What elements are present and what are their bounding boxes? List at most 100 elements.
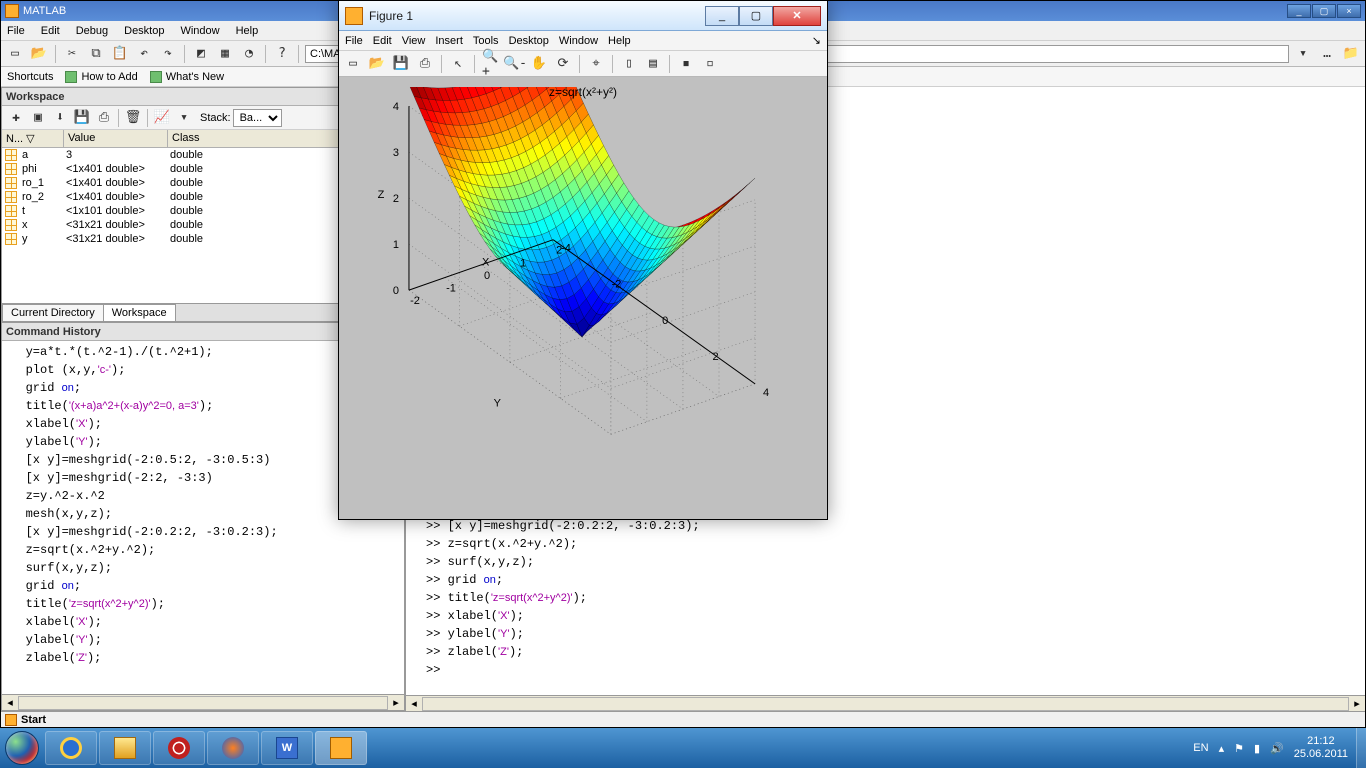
open-fig-icon[interactable]: 📂 [367, 54, 387, 74]
chevron-up-icon[interactable]: ▴ [1219, 742, 1225, 755]
surface-plot: -2-1012-4-202401234XYZ [357, 87, 797, 507]
flag-icon[interactable]: ⚑ [1234, 742, 1244, 755]
save-fig-icon[interactable]: 💾 [391, 54, 411, 74]
menu-file[interactable]: File [5, 25, 27, 37]
svg-text:1: 1 [393, 239, 399, 251]
start-orb[interactable] [0, 728, 44, 768]
maximize-button[interactable]: ▢ [1312, 4, 1336, 18]
irfan-icon [168, 737, 190, 759]
separator [265, 45, 266, 63]
task-ie[interactable] [45, 731, 97, 765]
start-button[interactable]: Start [21, 714, 46, 726]
fig-close-button[interactable]: ✕ [773, 6, 821, 26]
fig-menu-edit[interactable]: Edit [373, 35, 392, 47]
zoom-out-icon[interactable]: 🔍- [505, 54, 525, 74]
undo-icon[interactable]: ↶ [134, 44, 154, 64]
new-fig-icon[interactable]: ▭ [343, 54, 363, 74]
open-var-icon[interactable]: ▣ [28, 108, 48, 128]
menu-edit[interactable]: Edit [39, 25, 62, 37]
task-explorer[interactable] [99, 731, 151, 765]
close-button[interactable]: × [1337, 4, 1361, 18]
shortcuts-label: Shortcuts [7, 71, 53, 83]
help-icon[interactable]: ? [272, 44, 292, 64]
fig-menu-tools[interactable]: Tools [473, 35, 499, 47]
svg-text:Y: Y [494, 398, 502, 410]
pan-icon[interactable]: ✋ [529, 54, 549, 74]
print-fig-icon[interactable]: ⎙ [415, 54, 435, 74]
stack-select[interactable]: Ba... [233, 109, 282, 127]
copy-icon[interactable]: ⧉ [86, 44, 106, 64]
shortcut-whats-new[interactable]: What's New [150, 71, 224, 83]
shortcut-how-to-add[interactable]: How to Add [65, 71, 137, 83]
datacursor-icon[interactable]: ⌖ [586, 54, 606, 74]
minimize-button[interactable]: _ [1287, 4, 1311, 18]
cut-icon[interactable]: ✂ [62, 44, 82, 64]
guide-icon[interactable]: ▦ [215, 44, 235, 64]
fig-menu-view[interactable]: View [402, 35, 426, 47]
new-var-icon[interactable]: ✚ [6, 108, 26, 128]
shortcut-icon [65, 71, 77, 83]
edit-plot-icon[interactable]: ↖ [448, 54, 468, 74]
cmd-scrollbar[interactable]: ◂▸ [406, 695, 1365, 711]
menu-desktop[interactable]: Desktop [122, 25, 166, 37]
separator [612, 55, 613, 73]
fig-dock-icon[interactable]: ↘ [812, 34, 821, 47]
svg-text:Z: Z [378, 189, 385, 201]
task-word[interactable]: W [261, 731, 313, 765]
addr-dropdown-icon[interactable]: ▾ [1293, 44, 1313, 64]
figure-canvas[interactable]: z=sqrt(x²+y²) -2-1012-4-202401234XYZ [339, 77, 827, 519]
fig-maximize-button[interactable]: ▢ [739, 6, 773, 26]
separator [579, 55, 580, 73]
legend-icon[interactable]: ▤ [643, 54, 663, 74]
redo-icon[interactable]: ↷ [158, 44, 178, 64]
fig-menu-window[interactable]: Window [559, 35, 598, 47]
tab-workspace[interactable]: Workspace [103, 304, 176, 321]
taskbar: W EN ▴ ⚑ ▮ 🔊 21:12 25.06.2011 [0, 728, 1366, 768]
colorbar-icon[interactable]: ▯ [619, 54, 639, 74]
rotate3d-icon[interactable]: ⟳ [553, 54, 573, 74]
fig-menu-insert[interactable]: Insert [435, 35, 463, 47]
profiler-icon[interactable]: ◔ [239, 44, 259, 64]
delete-icon[interactable]: 🗑 [123, 108, 143, 128]
status-bar: Start [1, 711, 1365, 727]
lang-indicator[interactable]: EN [1193, 742, 1208, 754]
fig-menu-desktop[interactable]: Desktop [509, 35, 549, 47]
show-desktop-button[interactable] [1356, 728, 1366, 768]
import-icon[interactable]: ⬇ [50, 108, 70, 128]
plot-title: z=sqrt(x²+y²) [357, 85, 809, 99]
save-ws-icon[interactable]: 💾 [72, 108, 92, 128]
open-icon[interactable]: 📂 [29, 44, 49, 64]
menu-debug[interactable]: Debug [74, 25, 110, 37]
separator [184, 45, 185, 63]
paste-icon[interactable]: 📋 [110, 44, 130, 64]
plot-icon[interactable]: 📈 [152, 108, 172, 128]
svg-text:4: 4 [393, 101, 399, 113]
fig-minimize-button[interactable]: _ [705, 6, 739, 26]
task-photo[interactable] [153, 731, 205, 765]
variable-icon [5, 163, 17, 175]
col-name[interactable]: N... ▽ [2, 130, 64, 147]
figure-titlebar[interactable]: Figure 1 _ ▢ ✕ [339, 1, 827, 31]
menu-help[interactable]: Help [234, 25, 261, 37]
browse-folder-icon[interactable]: … [1317, 44, 1337, 64]
zoom-in-icon[interactable]: 🔍+ [481, 54, 501, 74]
fig-menu-help[interactable]: Help [608, 35, 631, 47]
history-scrollbar[interactable]: ◂▸ [2, 694, 404, 710]
menu-window[interactable]: Window [178, 25, 221, 37]
fig-menu-file[interactable]: File [345, 35, 363, 47]
up-folder-icon[interactable]: 📁 [1341, 44, 1361, 64]
col-value[interactable]: Value [64, 130, 168, 147]
plot-dropdown-icon[interactable]: ▾ [174, 108, 194, 128]
task-media[interactable] [207, 731, 259, 765]
print-icon[interactable]: ⎙ [94, 108, 114, 128]
simulink-icon[interactable]: ◩ [191, 44, 211, 64]
show-tools-icon[interactable]: ▫ [700, 54, 720, 74]
hide-tools-icon[interactable]: ▪ [676, 54, 696, 74]
new-file-icon[interactable]: ▭ [5, 44, 25, 64]
tray-clock[interactable]: 21:12 25.06.2011 [1294, 735, 1348, 761]
stack-label: Stack: [200, 112, 231, 124]
network-icon[interactable]: ▮ [1254, 742, 1260, 755]
tab-current-directory[interactable]: Current Directory [2, 304, 104, 321]
task-matlab[interactable] [315, 731, 367, 765]
volume-icon[interactable]: 🔊 [1270, 742, 1284, 755]
